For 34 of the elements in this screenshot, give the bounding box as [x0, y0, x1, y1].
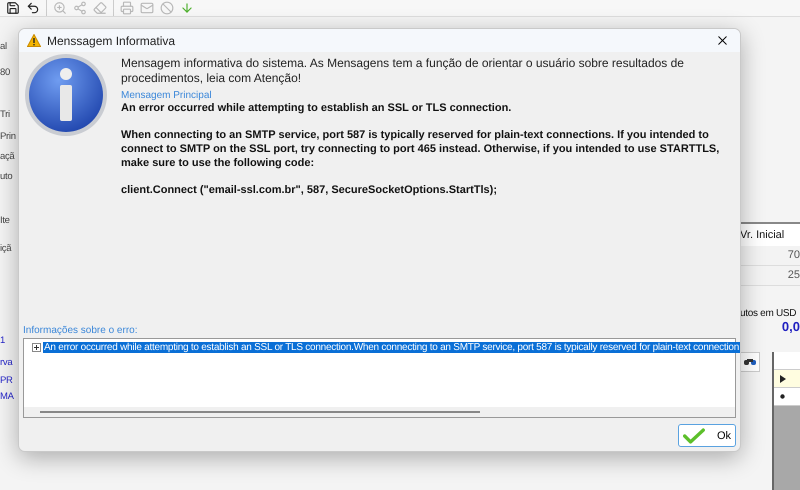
section-label: Mensagem Principal	[121, 90, 213, 101]
warning-icon	[27, 34, 41, 47]
field-label: 1	[0, 335, 6, 348]
undo-icon[interactable]	[26, 1, 40, 15]
new-row-icon	[780, 394, 785, 399]
save-icon[interactable]	[6, 1, 20, 15]
field-label: Ite	[0, 215, 11, 228]
tree-item[interactable]: An error occurred while attempting to establish an SSL or TLS connection.When connecting to an SMTP service, port 587 is typically reserved for plain-text connection	[43, 342, 740, 353]
column-header: Vr. Inicial	[740, 222, 800, 246]
field-label: rva	[0, 357, 14, 370]
field-label: MA	[0, 391, 15, 404]
field-label: PR	[0, 375, 14, 388]
total-label: utos em USD	[740, 308, 798, 319]
ok-button[interactable]: Ok	[678, 424, 736, 447]
row-pointer-icon	[780, 374, 786, 382]
error-message: An error occurred while attempting to establish an SSL or TLS connection.	[121, 101, 512, 115]
field-label: açã	[0, 151, 16, 164]
field-label: Prin	[0, 131, 17, 144]
field-label: uto	[0, 171, 14, 184]
field-label: Tri	[0, 109, 11, 122]
section-label: Informações sobre o erro:	[23, 325, 138, 336]
binoculars-icon[interactable]	[740, 352, 760, 372]
expand-icon[interactable]	[32, 343, 41, 352]
checkmark-icon	[683, 426, 705, 444]
info-icon	[23, 52, 109, 138]
field-label: 80	[0, 67, 11, 80]
field-label: al	[0, 41, 8, 54]
field-label: içã	[0, 243, 12, 256]
intro-text: Mensagem informativa do sistema. As Mensagens tem a função de orientar o usuário sobre resultados de procedimentos, leia com Atenção!	[121, 56, 685, 86]
total-value: 0,0	[780, 319, 800, 334]
error-message: client.Connect ("email-ssl.com.br", 587, SecureSocketOptions.StartTls);	[121, 183, 498, 197]
window-title: Menssagem Informativa	[47, 34, 176, 48]
download-icon[interactable]	[180, 1, 194, 15]
error-message: When connecting to an SMTP service, port 587 is typically reserved for plain-text connections. If you intended to connect to SMTP on the SSL port, try connecting to port 465 instead. Otherwise, if you intended to use STARTTLS, make sure to use the following code:	[121, 128, 720, 170]
